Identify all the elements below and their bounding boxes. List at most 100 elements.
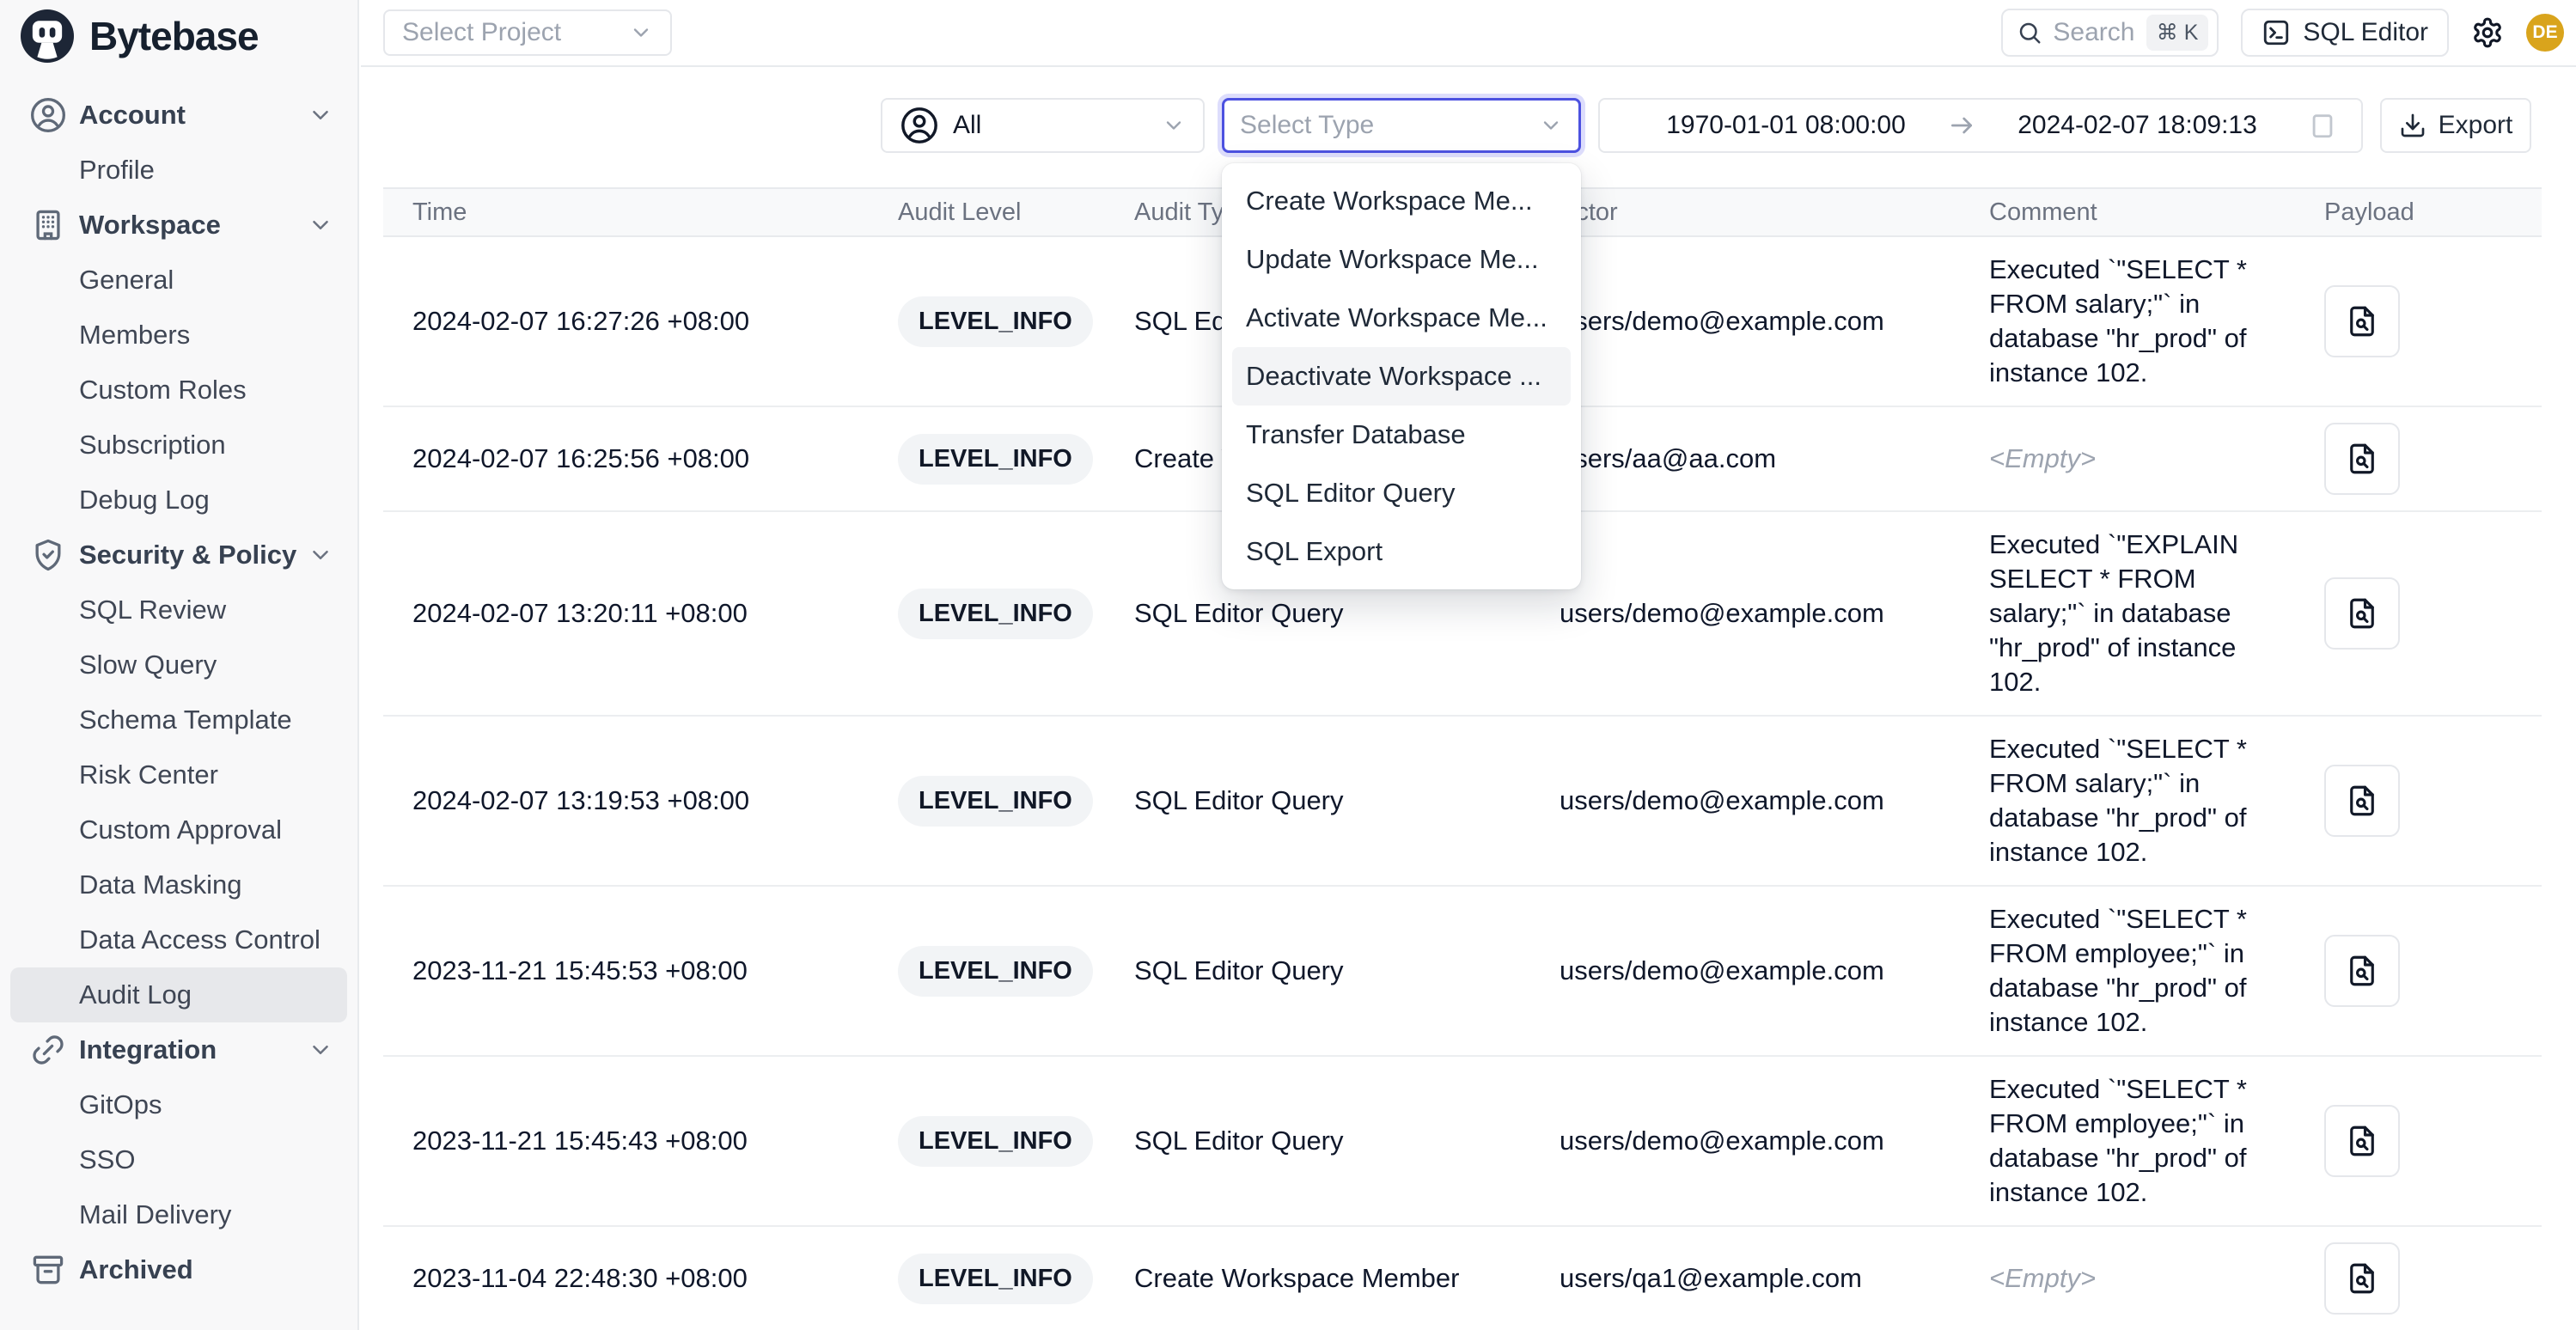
sidebar-item-security-policy[interactable]: Security & Policy: [10, 528, 347, 583]
sidebar-item-mail-delivery[interactable]: Mail Delivery: [10, 1187, 347, 1242]
sidebar-item-data-access-control[interactable]: Data Access Control: [10, 912, 347, 967]
date-range-start: 1970-01-01 08:00:00: [1624, 111, 1948, 140]
time-cell: 2023-11-04 22:48:30 +08:00: [383, 1246, 869, 1311]
topbar-right: Search ⌘ K SQL Editor DE: [2001, 9, 2564, 57]
type-filter-dropdown[interactable]: Select Type: [1222, 98, 1581, 153]
sidebar-item-sso[interactable]: SSO: [10, 1132, 347, 1187]
actor-filter-dropdown[interactable]: All: [881, 98, 1205, 153]
comment-cell: Executed `"SELECT * FROM employee;"` in …: [1960, 1057, 2295, 1225]
column-header-actor: Actor: [1530, 198, 1960, 227]
terminal-icon: [2262, 18, 2291, 47]
download-icon: [2399, 112, 2426, 139]
sidebar-item-label: Workspace: [79, 210, 221, 241]
audit-type-cell: SQL Editor Query: [1105, 1108, 1530, 1174]
type-menu-item-create-workspace-me[interactable]: Create Workspace Me...: [1232, 172, 1571, 230]
audit-level-badge: LEVEL_INFO: [898, 1116, 1093, 1167]
payload-view-button[interactable]: [2324, 765, 2400, 837]
sidebar-item-label: SSO: [79, 1144, 135, 1175]
sidebar-item-audit-log[interactable]: Audit Log: [10, 967, 347, 1022]
bytebase-logo-icon: [21, 9, 74, 63]
date-range-end: 2024-02-07 18:09:13: [1975, 111, 2299, 140]
sidebar-item-slow-query[interactable]: Slow Query: [10, 638, 347, 692]
type-menu-item-update-workspace-me[interactable]: Update Workspace Me...: [1232, 230, 1571, 289]
payload-cell: [2295, 1089, 2542, 1193]
sidebar-item-label: Slow Query: [79, 650, 217, 680]
type-menu-item-sql-export[interactable]: SQL Export: [1232, 522, 1571, 581]
chevron-down-icon: [1539, 113, 1563, 137]
table-row: 2023-11-21 15:45:53 +08:00LEVEL_INFOSQL …: [383, 887, 2542, 1057]
audit-level-cell: LEVEL_INFO: [869, 281, 1105, 363]
sidebar-item-label: Subscription: [79, 430, 226, 461]
sidebar-item-account[interactable]: Account: [10, 88, 347, 143]
audit-level-badge: LEVEL_INFO: [898, 1254, 1093, 1304]
user-circle-icon: [900, 106, 939, 145]
payload-view-button[interactable]: [2324, 1242, 2400, 1315]
time-cell: 2024-02-07 13:20:11 +08:00: [383, 581, 869, 646]
sidebar-item-label: Mail Delivery: [79, 1199, 231, 1230]
actor-cell: users/demo@example.com: [1530, 768, 1960, 833]
sidebar-item-general[interactable]: General: [10, 253, 347, 308]
audit-level-badge: LEVEL_INFO: [898, 946, 1093, 997]
search-input[interactable]: Search ⌘ K: [2001, 9, 2219, 57]
sidebar-item-profile[interactable]: Profile: [10, 143, 347, 198]
table-row: 2024-02-07 13:19:53 +08:00LEVEL_INFOSQL …: [383, 717, 2542, 887]
sidebar-item-schema-template[interactable]: Schema Template: [10, 692, 347, 747]
date-range-picker[interactable]: 1970-01-01 08:00:00 2024-02-07 18:09:13: [1598, 98, 2363, 153]
sidebar-item-label: Integration: [79, 1034, 217, 1065]
sidebar-item-custom-approval[interactable]: Custom Approval: [10, 802, 347, 857]
type-menu-item-sql-editor-query[interactable]: SQL Editor Query: [1232, 464, 1571, 522]
brand-logo[interactable]: Bytebase: [0, 0, 357, 72]
payload-view-button[interactable]: [2324, 1105, 2400, 1177]
calendar-icon: [2308, 111, 2337, 140]
sidebar-item-gitops[interactable]: GitOps: [10, 1077, 347, 1132]
sidebar-item-integration[interactable]: Integration: [10, 1022, 347, 1077]
type-filter-menu: Create Workspace Me...Update Workspace M…: [1222, 163, 1581, 589]
audit-level-badge: LEVEL_INFO: [898, 434, 1093, 485]
sidebar-item-subscription[interactable]: Subscription: [10, 418, 347, 473]
table-row: 2023-11-21 15:45:43 +08:00 LEVEL_INFOSQL …: [383, 1057, 2542, 1227]
sidebar-item-label: Debug Log: [79, 485, 210, 516]
audit-level-badge: LEVEL_INFO: [898, 589, 1093, 639]
comment-cell: Executed `"SELECT * FROM salary;"` in da…: [1960, 717, 2295, 885]
payload-view-button[interactable]: [2324, 423, 2400, 495]
time-cell: 2023-11-21 15:45:43 +08:00: [383, 1108, 869, 1174]
time-cell: 2024-02-07 16:25:56 +08:00: [383, 426, 869, 491]
archive-icon: [29, 1251, 67, 1289]
sidebar-item-members[interactable]: Members: [10, 308, 347, 363]
sidebar-item-archived[interactable]: Archived: [10, 1242, 347, 1297]
search-icon: [2017, 20, 2042, 46]
file-search-icon: [2344, 1260, 2380, 1296]
sidebar-item-label: Members: [79, 320, 190, 351]
sidebar-item-risk-center[interactable]: Risk Center: [10, 747, 347, 802]
sidebar-item-debug-log[interactable]: Debug Log: [10, 473, 347, 528]
export-button[interactable]: Export: [2380, 98, 2531, 153]
gear-icon[interactable]: [2471, 16, 2504, 49]
search-shortcut-badge: ⌘ K: [2146, 15, 2209, 51]
sidebar-item-label: Data Access Control: [79, 924, 320, 955]
sidebar-item-sql-review[interactable]: SQL Review: [10, 583, 347, 638]
audit-type-cell: SQL Editor Query: [1105, 938, 1530, 1004]
sidebar-item-label: Schema Template: [79, 705, 292, 735]
avatar[interactable]: DE: [2526, 14, 2564, 52]
sidebar-item-custom-roles[interactable]: Custom Roles: [10, 363, 347, 418]
audit-level-cell: LEVEL_INFO: [869, 418, 1105, 500]
type-menu-item-transfer-database[interactable]: Transfer Database: [1232, 406, 1571, 464]
audit-level-cell: LEVEL_INFO: [869, 760, 1105, 842]
sidebar-item-data-masking[interactable]: Data Masking: [10, 857, 347, 912]
shield-check-icon: [29, 536, 67, 574]
select-project-dropdown[interactable]: Select Project: [383, 9, 672, 56]
type-menu-item-activate-workspace-me[interactable]: Activate Workspace Me...: [1232, 289, 1571, 347]
sql-editor-button[interactable]: SQL Editor: [2241, 9, 2449, 57]
column-header-payload: Payload: [2295, 198, 2542, 227]
sidebar: Bytebase AccountProfile Workspace General M…: [0, 0, 359, 1330]
sidebar-item-workspace[interactable]: Workspace: [10, 198, 347, 253]
chevron-down-icon: [308, 102, 333, 128]
comment-cell: Executed `"SELECT * FROM salary;"` in da…: [1960, 237, 2295, 406]
arrow-right-icon: [1948, 112, 1975, 139]
payload-view-button[interactable]: [2324, 935, 2400, 1007]
payload-view-button[interactable]: [2324, 285, 2400, 357]
file-search-icon: [2344, 595, 2380, 631]
payload-cell: [2295, 749, 2542, 852]
payload-view-button[interactable]: [2324, 577, 2400, 650]
type-menu-item-deactivate-workspace[interactable]: Deactivate Workspace ...: [1232, 347, 1571, 406]
